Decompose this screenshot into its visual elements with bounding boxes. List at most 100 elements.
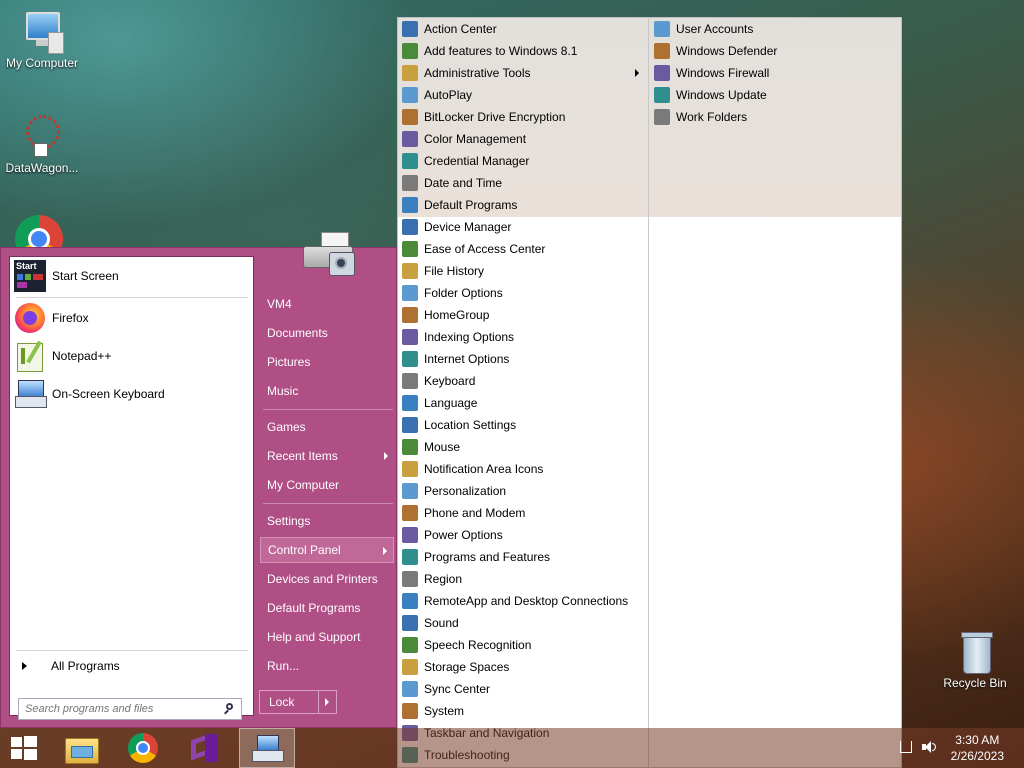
control-panel-applet-icon	[402, 175, 418, 191]
right-item-settings[interactable]: Settings	[260, 508, 394, 534]
cp-item[interactable]: Keyboard	[402, 370, 475, 392]
cp-item[interactable]: Internet Options	[402, 348, 509, 370]
right-item-documents[interactable]: Documents	[260, 320, 394, 346]
cp-item-label: Personalization	[424, 484, 507, 498]
triangle-right-icon	[22, 662, 27, 670]
cp-item[interactable]: Location Settings	[402, 414, 516, 436]
cp-item-label: Notification Area Icons	[424, 462, 544, 476]
right-item-music[interactable]: Music	[260, 378, 394, 404]
cp-item[interactable]: Folder Options	[402, 282, 503, 304]
control-panel-applet-icon	[402, 21, 418, 37]
cp-item-label: Credential Manager	[424, 154, 530, 168]
taskbar-visual-studio[interactable]	[180, 728, 228, 768]
cp-item[interactable]: Ease of Access Center	[402, 238, 545, 260]
search-input[interactable]	[19, 699, 227, 719]
cp-item-label: Sync Center	[424, 682, 491, 696]
cp-item-label: Storage Spaces	[424, 660, 510, 674]
cp-item[interactable]: Sound	[402, 612, 459, 634]
network-icon[interactable]	[900, 741, 912, 753]
cp-item[interactable]: Credential Manager	[402, 150, 529, 172]
taskbar-file-explorer[interactable]	[57, 728, 105, 768]
printer-camera-icon	[299, 230, 359, 280]
cp-item[interactable]: Color Management	[402, 128, 526, 150]
start-button[interactable]	[0, 728, 48, 768]
right-item-help-support[interactable]: Help and Support	[260, 624, 394, 650]
chevron-right-icon	[384, 452, 388, 460]
taskbar-on-screen-keyboard[interactable]	[239, 728, 295, 768]
firefox-label: Firefox	[52, 311, 89, 325]
cp-item[interactable]: User Accounts	[654, 18, 753, 40]
start-screen-item[interactable]: Start Start Screen	[14, 259, 246, 293]
cp-item[interactable]: Notification Area Icons	[402, 458, 543, 480]
cp-item[interactable]: BitLocker Drive Encryption	[402, 106, 565, 128]
cp-item[interactable]: Language	[402, 392, 477, 414]
cp-item[interactable]: Administrative Tools	[402, 62, 531, 84]
cp-item[interactable]: Device Manager	[402, 216, 511, 238]
cp-item[interactable]: Add features to Windows 8.1	[402, 40, 577, 62]
search-box[interactable]	[18, 698, 242, 720]
cp-item[interactable]: Region	[402, 568, 462, 590]
cp-item[interactable]: Mouse	[402, 436, 460, 458]
cp-item[interactable]: Indexing Options	[402, 326, 514, 348]
all-programs-item[interactable]: All Programs	[18, 655, 246, 677]
cp-item-label: Windows Firewall	[676, 66, 770, 80]
desktop-icon-recycle-bin[interactable]: Recycle Bin	[933, 630, 1017, 690]
right-item-default-programs[interactable]: Default Programs	[260, 595, 394, 621]
cp-item[interactable]: Date and Time	[402, 172, 502, 194]
right-item-run[interactable]: Run...	[260, 653, 394, 679]
right-item-devices-printers[interactable]: Devices and Printers	[260, 566, 394, 592]
lock-options-button[interactable]	[318, 691, 336, 713]
cp-item[interactable]: Windows Update	[654, 84, 767, 106]
desktop-icon-datawagon[interactable]: DataWagon...	[0, 115, 84, 175]
cp-item[interactable]: Phone and Modem	[402, 502, 525, 524]
cp-item[interactable]: AutoPlay	[402, 84, 472, 106]
cp-item-label: Device Manager	[424, 220, 512, 234]
volume-icon[interactable]	[922, 740, 936, 754]
computer-icon	[18, 10, 66, 54]
desktop-icon-label: My Computer	[5, 56, 79, 70]
firefox-item[interactable]: Firefox	[14, 301, 246, 335]
control-panel-applet-icon	[402, 659, 418, 675]
recent-items-label: Recent Items	[267, 449, 338, 463]
cp-item[interactable]: Power Options	[402, 524, 503, 546]
right-item-control-panel[interactable]: Control Panel	[260, 537, 394, 563]
cp-item[interactable]: Personalization	[402, 480, 506, 502]
cp-item[interactable]: Windows Defender	[654, 40, 777, 62]
cp-item[interactable]: Windows Firewall	[654, 62, 769, 84]
right-item-recent-items[interactable]: Recent Items	[260, 443, 394, 469]
right-item-pictures[interactable]: Pictures	[260, 349, 394, 375]
control-panel-applet-icon	[402, 241, 418, 257]
control-panel-applet-icon	[402, 461, 418, 477]
cp-item[interactable]: Storage Spaces	[402, 656, 509, 678]
cp-item[interactable]: Speech Recognition	[402, 634, 531, 656]
notepadpp-item[interactable]: Notepad++	[14, 339, 246, 373]
right-item-my-computer[interactable]: My Computer	[260, 472, 394, 498]
cp-item[interactable]: HomeGroup	[402, 304, 489, 326]
firefox-icon	[14, 302, 46, 334]
cp-item[interactable]: System	[402, 700, 464, 722]
control-panel-applet-icon	[402, 395, 418, 411]
taskbar-chrome[interactable]	[119, 728, 167, 768]
right-item-games[interactable]: Games	[260, 414, 394, 440]
cp-item[interactable]: Default Programs	[402, 194, 517, 216]
on-screen-keyboard-item[interactable]: On-Screen Keyboard	[14, 377, 246, 411]
cp-item[interactable]: Work Folders	[654, 106, 747, 128]
system-clock[interactable]: 3:30 AM 2/26/2023	[951, 732, 1004, 764]
control-panel-applet-icon	[402, 307, 418, 323]
control-panel-applet-icon	[402, 703, 418, 719]
control-panel-applet-icon	[402, 527, 418, 543]
cp-item[interactable]: Action Center	[402, 18, 497, 40]
cp-item[interactable]: RemoteApp and Desktop Connections	[402, 590, 628, 612]
control-panel-applet-icon	[654, 65, 670, 81]
cp-item[interactable]: File History	[402, 260, 484, 282]
lock-button[interactable]: Lock	[260, 691, 318, 713]
chrome-icon	[128, 733, 158, 763]
chrome-desktop-icon[interactable]	[15, 215, 63, 247]
desktop-icon-my-computer[interactable]: My Computer	[0, 10, 84, 70]
search-icon[interactable]	[223, 703, 235, 715]
control-panel-applet-icon	[654, 43, 670, 59]
start-screen-icon: Start	[14, 260, 46, 292]
cp-item[interactable]: Programs and Features	[402, 546, 550, 568]
right-item-vm4[interactable]: VM4	[260, 291, 394, 317]
cp-item[interactable]: Sync Center	[402, 678, 490, 700]
